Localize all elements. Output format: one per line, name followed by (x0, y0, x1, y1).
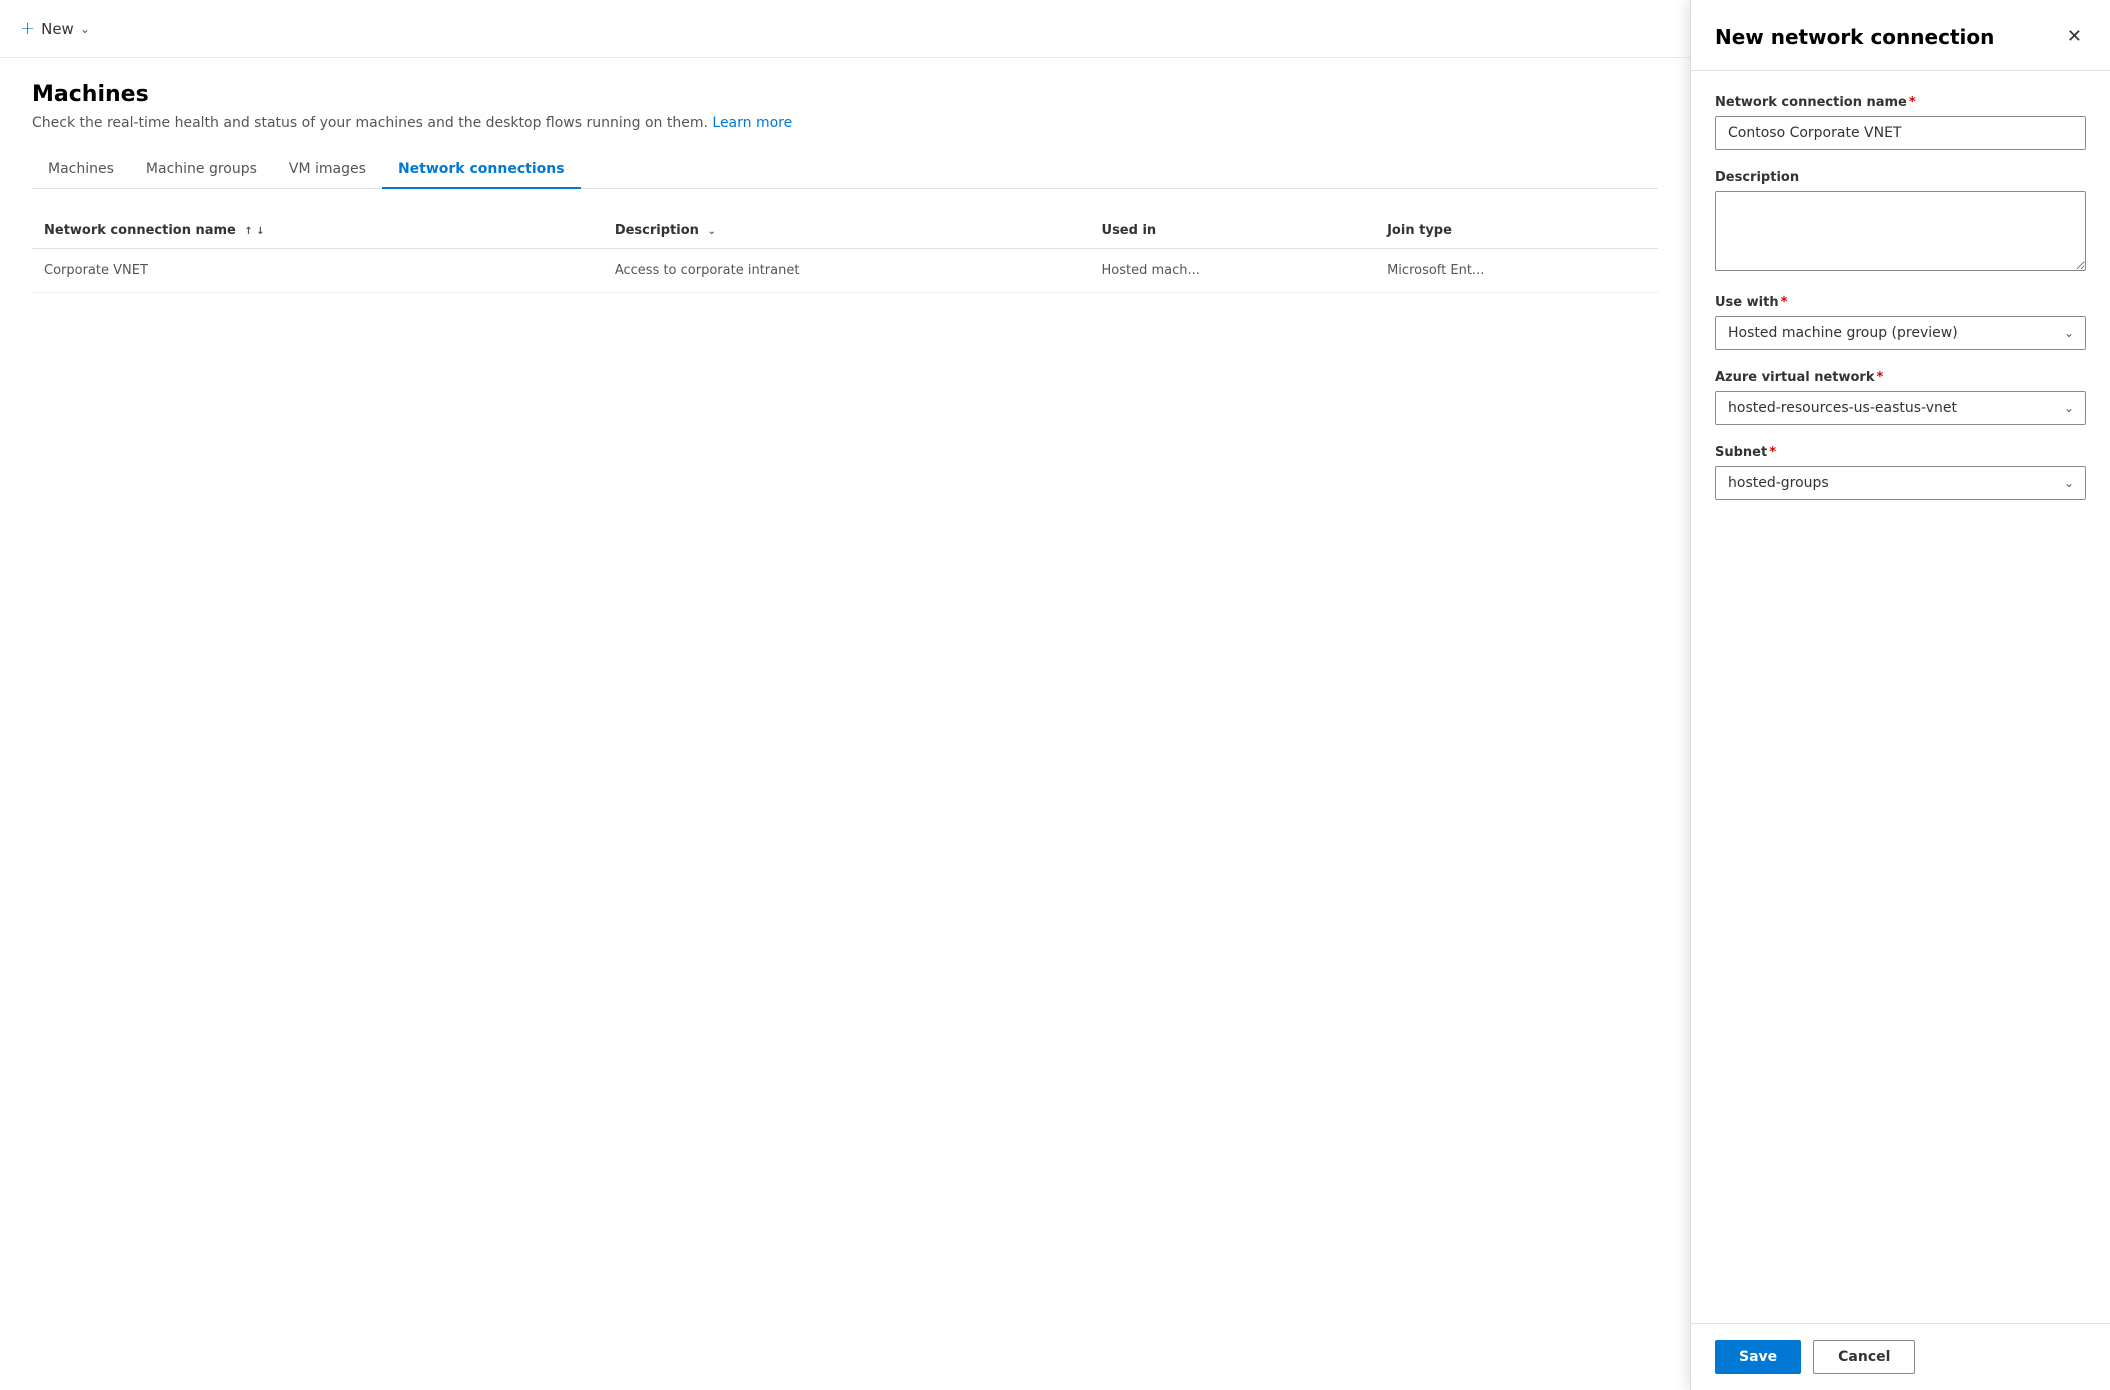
top-bar: + New ⌄ (0, 0, 1690, 58)
azure-vnet-select[interactable]: hosted-resources-us-eastus-vnet (1715, 391, 2086, 425)
subnet-select[interactable]: hosted-groups (1715, 466, 2086, 500)
table-area: Network connection name ↑ ↓ Description … (0, 189, 1690, 1390)
required-star: * (1909, 95, 1916, 110)
azure-vnet-label: Azure virtual network* (1715, 370, 2086, 385)
required-star-vnet: * (1877, 370, 1884, 385)
form-group-name: Network connection name* (1715, 95, 2086, 150)
form-group-use-with: Use with* Hosted machine group (preview)… (1715, 295, 2086, 350)
new-label: New (41, 20, 74, 38)
use-with-select-wrapper: Hosted machine group (preview) ⌄ (1715, 316, 2086, 350)
description-textarea[interactable] (1715, 191, 2086, 271)
chevron-down-icon: ⌄ (707, 226, 715, 237)
save-button[interactable]: Save (1715, 1340, 1801, 1374)
new-button[interactable]: + New ⌄ (20, 14, 90, 43)
table-row[interactable]: Corporate VNET Access to corporate intra… (32, 249, 1658, 293)
network-connections-table: Network connection name ↑ ↓ Description … (32, 213, 1658, 293)
cancel-button[interactable]: Cancel (1813, 1340, 1915, 1374)
sort-icons-name: ↑ ↓ (244, 226, 264, 237)
description-label: Description (1715, 170, 2086, 185)
tab-machine-groups[interactable]: Machine groups (130, 151, 273, 189)
form-group-description: Description (1715, 170, 2086, 275)
use-with-label: Use with* (1715, 295, 2086, 310)
page-header: Machines Check the real-time health and … (0, 58, 1690, 189)
panel-footer: Save Cancel (1691, 1323, 2110, 1390)
chevron-down-icon: ⌄ (80, 22, 90, 36)
subnet-select-wrapper: hosted-groups ⌄ (1715, 466, 2086, 500)
page-title: Machines (32, 82, 1658, 107)
use-with-select[interactable]: Hosted machine group (preview) (1715, 316, 2086, 350)
name-input[interactable] (1715, 116, 2086, 150)
cell-used-in: Hosted mach... (1090, 249, 1376, 293)
col-header-join-type: Join type (1375, 213, 1658, 249)
panel-body: Network connection name* Description Use… (1691, 71, 2110, 1323)
panel-header: New network connection ✕ (1691, 0, 2110, 71)
col-header-name[interactable]: Network connection name ↑ ↓ (32, 213, 603, 249)
col-header-description[interactable]: Description ⌄ (603, 213, 1090, 249)
azure-vnet-select-wrapper: hosted-resources-us-eastus-vnet ⌄ (1715, 391, 2086, 425)
learn-more-link[interactable]: Learn more (712, 115, 792, 131)
name-label: Network connection name* (1715, 95, 2086, 110)
new-network-connection-panel: New network connection ✕ Network connect… (1690, 0, 2110, 1390)
plus-icon: + (20, 18, 35, 39)
cell-name: Corporate VNET (32, 249, 603, 293)
panel-title: New network connection (1715, 25, 1994, 49)
tab-vm-images[interactable]: VM images (273, 151, 382, 189)
cell-description: Access to corporate intranet (603, 249, 1090, 293)
tab-network-connections[interactable]: Network connections (382, 151, 581, 189)
cell-join-type: Microsoft Ent... (1375, 249, 1658, 293)
subnet-label: Subnet* (1715, 445, 2086, 460)
required-star-subnet: * (1769, 445, 1776, 460)
required-star-use-with: * (1781, 295, 1788, 310)
form-group-subnet: Subnet* hosted-groups ⌄ (1715, 445, 2086, 500)
col-header-used-in: Used in (1090, 213, 1376, 249)
form-group-azure-vnet: Azure virtual network* hosted-resources-… (1715, 370, 2086, 425)
tab-machines[interactable]: Machines (32, 151, 130, 189)
close-panel-button[interactable]: ✕ (2063, 24, 2086, 50)
tab-bar: Machines Machine groups VM images Networ… (32, 151, 1658, 189)
page-description: Check the real-time health and status of… (32, 115, 1658, 131)
